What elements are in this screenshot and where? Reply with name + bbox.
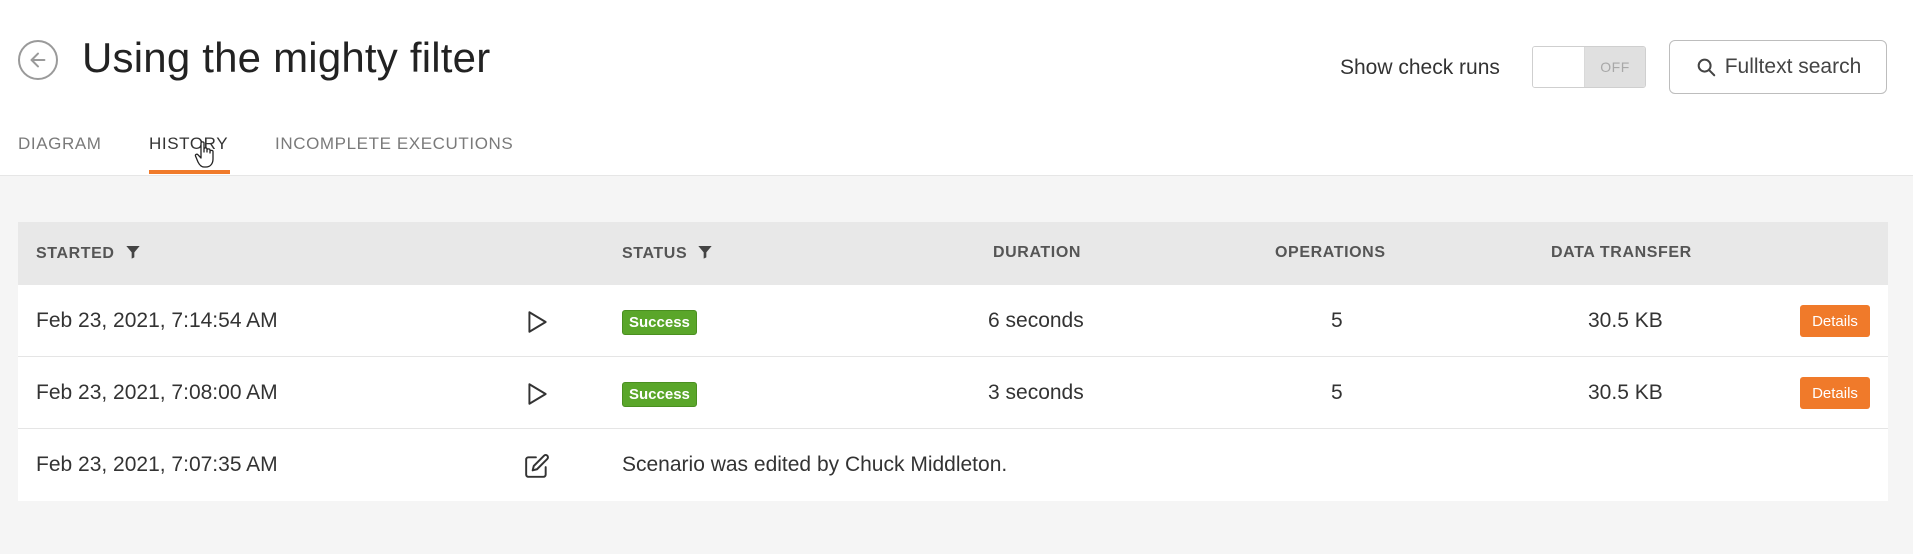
page-header: Using the mighty filter Show check runs … xyxy=(0,0,1913,176)
search-icon xyxy=(1697,58,1715,77)
data-transfer-cell: 30.5 KB xyxy=(1588,381,1663,404)
filter-icon[interactable] xyxy=(697,244,713,260)
play-icon[interactable] xyxy=(524,381,550,407)
data-transfer-cell: 30.5 KB xyxy=(1588,309,1663,332)
page-title: Using the mighty filter xyxy=(82,34,491,81)
hand-cursor-icon xyxy=(194,141,214,168)
event-message: Scenario was edited by Chuck Middleton. xyxy=(622,453,1008,476)
history-table: STARTED STATUS DURATION OPERATIONS DATA … xyxy=(18,222,1888,501)
started-cell: Feb 23, 2021, 7:08:00 AM xyxy=(36,381,278,404)
details-button[interactable]: Details xyxy=(1800,377,1870,409)
column-header-duration: DURATION xyxy=(993,244,1082,261)
table-row: Feb 23, 2021, 7:14:54 AM Success 6 secon… xyxy=(18,285,1888,357)
tab-incomplete-executions[interactable]: INCOMPLETE EXECUTIONS xyxy=(275,134,513,154)
status-badge: Success xyxy=(622,382,697,407)
tab-diagram[interactable]: DIAGRAM xyxy=(18,134,102,154)
play-icon[interactable] xyxy=(524,309,550,335)
edit-icon[interactable] xyxy=(524,453,550,479)
duration-cell: 3 seconds xyxy=(988,381,1084,404)
fulltext-search-button[interactable]: Fulltext search xyxy=(1669,40,1887,94)
toggle-knob xyxy=(1533,47,1585,87)
filter-icon[interactable] xyxy=(125,244,141,260)
column-header-label: STATUS xyxy=(622,245,688,262)
started-cell: Feb 23, 2021, 7:07:35 AM xyxy=(36,453,278,476)
operations-cell: 5 xyxy=(1331,309,1343,332)
column-header-data-transfer: DATA TRANSFER xyxy=(1551,244,1692,261)
column-header-status[interactable]: STATUS xyxy=(622,244,713,263)
toggle-state-label: OFF xyxy=(1585,47,1645,87)
status-badge: Success xyxy=(622,310,697,335)
column-header-operations: OPERATIONS xyxy=(1275,244,1386,261)
tab-bar: DIAGRAM HISTORY INCOMPLETE EXECUTIONS xyxy=(0,130,700,176)
arrow-left-icon xyxy=(30,52,46,68)
details-button[interactable]: Details xyxy=(1800,305,1870,337)
back-button[interactable] xyxy=(18,40,58,80)
show-check-runs-label: Show check runs xyxy=(1340,56,1500,79)
started-cell: Feb 23, 2021, 7:14:54 AM xyxy=(36,309,278,332)
column-header-started[interactable]: STARTED xyxy=(36,244,141,263)
table-row: Feb 23, 2021, 7:08:00 AM Success 3 secon… xyxy=(18,357,1888,429)
operations-cell: 5 xyxy=(1331,381,1343,404)
column-header-label: STARTED xyxy=(36,245,115,262)
active-tab-indicator xyxy=(149,170,230,174)
table-header: STARTED STATUS DURATION OPERATIONS DATA … xyxy=(18,222,1888,285)
duration-cell: 6 seconds xyxy=(988,309,1084,332)
table-row: Feb 23, 2021, 7:07:35 AM Scenario was ed… xyxy=(18,429,1888,501)
show-check-runs-toggle[interactable]: OFF xyxy=(1532,46,1646,88)
search-button-label: Fulltext search xyxy=(1724,55,1862,78)
